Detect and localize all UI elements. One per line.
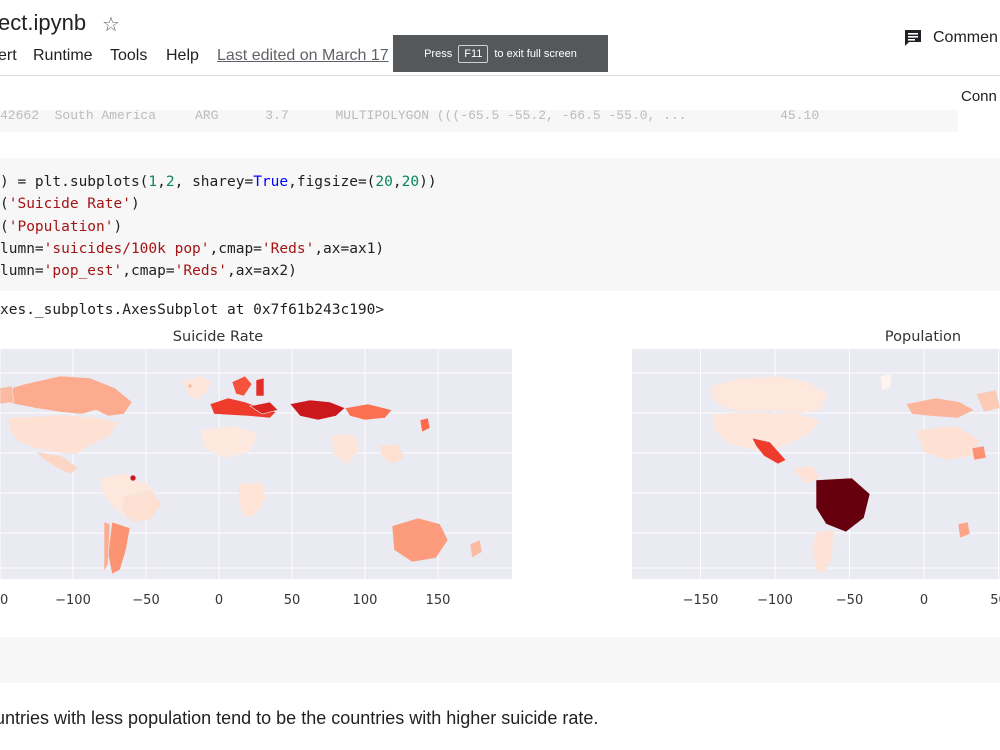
- code-editor[interactable]: ) = plt.subplots(1,2, sharey=True,figsiz…: [0, 171, 437, 282]
- region-greenland-pop: [879, 373, 893, 391]
- code-cell[interactable]: ) = plt.subplots(1,2, sharey=True,figsiz…: [0, 158, 1000, 291]
- header-divider: [0, 75, 1000, 76]
- region-small-island-1: [129, 474, 137, 482]
- menu-runtime[interactable]: Runtime: [33, 47, 93, 65]
- star-icon[interactable]: ☆: [102, 12, 120, 37]
- left-xtick-label-3: 0: [215, 593, 223, 608]
- notebook-title[interactable]: ect.ipynb: [0, 10, 86, 36]
- code-line-5: lumn='pop_est',cmap='Reds',ax=ax2): [0, 263, 297, 280]
- left-xtick-label-0: 50: [0, 593, 8, 608]
- left-xtick-label-1: −100: [55, 593, 91, 608]
- comment-icon: [905, 30, 921, 46]
- toast-suffix: to exit full screen: [494, 47, 577, 60]
- region-baltic: [255, 377, 265, 397]
- empty-code-cell[interactable]: [0, 637, 1000, 683]
- chart-title-population: Population: [885, 329, 961, 345]
- output-repr-text: xes._subplots.AxesSubplot at 0x7f61b243c…: [0, 302, 385, 318]
- markdown-text: untries with less population tend to be …: [0, 708, 599, 728]
- right-xtick-label-3: 0: [920, 593, 928, 608]
- left-xtick-label-6: 150: [426, 593, 451, 608]
- xaxis-right: −150 −100 −50 0 50: [683, 593, 1000, 608]
- menu-insert[interactable]: ert: [0, 47, 17, 65]
- left-xtick-label-4: 50: [284, 593, 301, 608]
- toast-key: F11: [458, 44, 489, 63]
- region-small-island-2: [187, 383, 193, 389]
- toast-prefix: Press: [424, 47, 453, 60]
- last-edited-link[interactable]: Last edited on March 17: [217, 47, 389, 65]
- comment-label: Commen: [933, 29, 998, 46]
- right-xtick-label-2: −50: [836, 593, 863, 608]
- fullscreen-toast: Press F11 to exit full screen: [393, 35, 608, 72]
- chart-title-suicide-rate: Suicide Rate: [173, 329, 263, 345]
- menu-tools[interactable]: Tools: [110, 47, 147, 65]
- dataframe-output-partial: 42662 South America ARG 3.7 MULTIPOLYGON…: [0, 110, 958, 132]
- region-alaska: [0, 385, 15, 405]
- right-xtick-label-1: −100: [757, 593, 793, 608]
- dataframe-row-text: 42662 South America ARG 3.7 MULTIPOLYGON…: [0, 110, 820, 123]
- comment-button[interactable]: Commen: [903, 28, 998, 48]
- code-line-3: ('Population'): [0, 218, 123, 235]
- menu-help[interactable]: Help: [166, 47, 199, 65]
- code-line-2: ('Suicide Rate'): [0, 196, 140, 213]
- map-figure: Suicide Rate 50 −100 −50 0 50 100 150 Populati…: [0, 329, 1000, 608]
- right-xtick-label-0: −150: [683, 593, 719, 608]
- connect-button[interactable]: Conn: [961, 88, 997, 105]
- left-xtick-label-5: 100: [353, 593, 378, 608]
- right-xtick-label-4: 50: [990, 593, 1000, 608]
- region-nigeria-pop: [971, 445, 987, 461]
- left-xtick-label-2: −50: [132, 593, 159, 608]
- code-line-1: ) = plt.subplots(1,2, sharey=True,figsiz…: [0, 174, 437, 190]
- xaxis-left: 50 −100 −50 0 50 100 150: [0, 593, 450, 608]
- code-line-4: lumn='suicides/100k pop',cmap='Reds',ax=…: [0, 240, 385, 257]
